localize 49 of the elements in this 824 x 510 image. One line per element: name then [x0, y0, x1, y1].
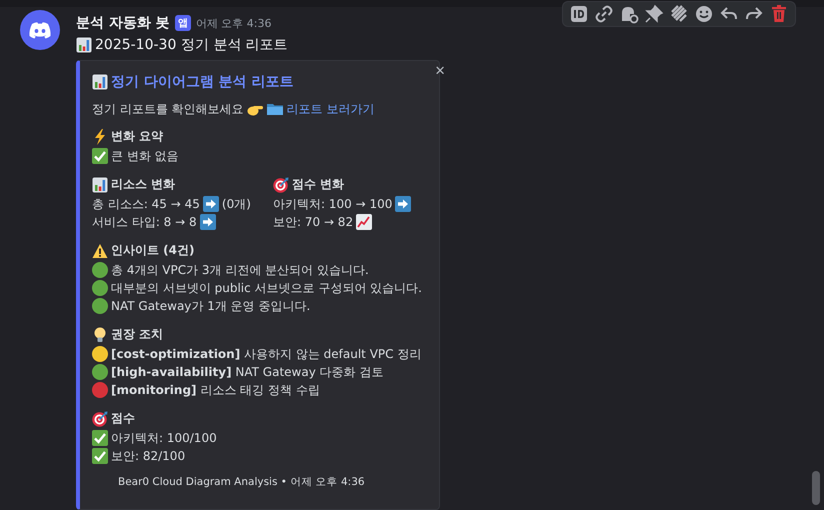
message-timestamp: 어제 오후 4:36	[196, 16, 272, 30]
text: 정기 다이어그램 분석 리포트	[111, 73, 294, 91]
text: [monitoring] 리소스 태깅 정책 수립	[111, 382, 320, 398]
text: [high-availability] NAT Gateway 다중화 검토	[111, 364, 384, 380]
text: 대부분의 서브넷이 public 서브넷으로 구성되어 있습니다.	[111, 280, 422, 296]
text: 인사이트 (4건)	[111, 242, 194, 259]
text: 변화 요약	[111, 128, 164, 145]
app-badge: 앱	[174, 15, 191, 31]
text: 권장 조치	[111, 326, 164, 343]
text: 점수 변화	[292, 176, 344, 193]
text: 정기 리포트를 확인해보세요	[92, 100, 244, 118]
target-icon	[273, 176, 289, 192]
checkmark-icon	[92, 430, 108, 446]
emoji-icon[interactable]	[694, 4, 714, 24]
text: (0개)	[222, 196, 251, 212]
text: 아키텍처: 100 → 100	[273, 196, 392, 212]
link-icon[interactable]	[594, 4, 614, 24]
text: 아키텍처: 100/100	[111, 430, 217, 446]
author-name[interactable]: 분석 자동화 봇	[76, 14, 170, 32]
text: 점수	[111, 410, 135, 427]
text: 리소스 변화	[111, 176, 176, 193]
close-button[interactable]: ×	[431, 61, 449, 81]
folder-icon	[266, 101, 284, 117]
pin-icon[interactable]	[644, 4, 664, 24]
text: 총 4개의 VPC가 3개 리전에 분산되어 있습니다.	[111, 262, 369, 278]
text: 총 리소스: 45 → 45	[92, 196, 200, 212]
bar-chart-icon	[76, 37, 92, 53]
target-icon	[92, 410, 108, 426]
text: 큰 변화 없음	[111, 148, 179, 164]
report-link[interactable]: 리포트 보러가기	[286, 100, 374, 118]
checkmark-icon	[92, 148, 108, 164]
bar-chart-icon	[92, 74, 108, 90]
text: 보안: 82/100	[111, 448, 186, 464]
checkmark-icon	[92, 448, 108, 464]
bot-avatar[interactable]	[20, 10, 60, 50]
text: NAT Gateway가 1개 운영 중입니다.	[111, 298, 310, 314]
warning-icon	[92, 242, 108, 258]
lightbulb-icon	[92, 326, 108, 342]
text: 2025-10-30 정기 분석 리포트	[95, 36, 288, 54]
text: 서비스 타입: 8 → 8	[92, 214, 197, 230]
lightning-icon	[92, 128, 108, 144]
text: [cost-optimization] 사용하지 않는 default VPC 정리	[111, 346, 422, 362]
trend-chart-icon	[356, 214, 372, 230]
scrollbar-thumb[interactable]	[812, 471, 820, 505]
delete-icon[interactable]	[769, 4, 789, 24]
id-card-icon[interactable]	[569, 4, 589, 24]
text: 보안: 70 → 82	[273, 214, 354, 230]
embed-footer: Bear0 Cloud Diagram Analysis • 어제 오후 4:36	[92, 475, 429, 489]
bar-chart-icon	[92, 176, 108, 192]
